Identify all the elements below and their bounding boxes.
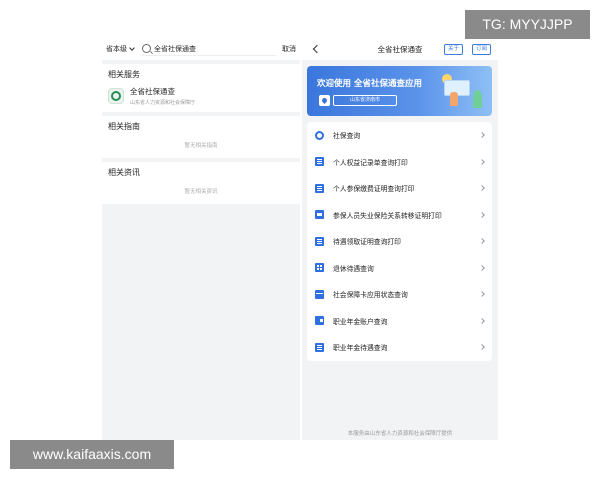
watermark-bottom-left: www.kaifaaxis.com [10, 440, 174, 469]
service-menu: 社保查询 个人权益记录单查询打印 个人参保缴费证明查询打印 参保人员失业保险关系… [307, 122, 492, 361]
section-title: 相关资讯 [108, 168, 140, 177]
menu-item-label: 社会保障卡应用状态查询 [333, 291, 408, 300]
empty-guides-text: 暂无相关指南 [184, 143, 218, 149]
cancel-button[interactable]: 取消 [282, 44, 296, 54]
related-services-section: 相关服务 全省社保通查 山东省人力资源和社会保障厅 [102, 64, 300, 112]
nav-bar: 全省社保通查 关于 订阅 [302, 38, 498, 60]
menu-item-label: 个人权益记录单查询打印 [333, 158, 408, 167]
menu-item-payment-proof[interactable]: 个人参保缴费证明查询打印 [307, 175, 492, 202]
menu-item-label: 退休待遇查询 [333, 264, 374, 273]
screenshot-stage: 省本级 取消 相关服务 全省社保通查 山东省人力资源和社会保障厅 [0, 0, 600, 480]
search-bar: 省本级 取消 [102, 38, 300, 60]
payment-proof-icon [315, 183, 324, 193]
card-icon [315, 289, 324, 299]
section-title: 相关服务 [108, 70, 140, 79]
welcome-banner: 欢迎使用 全省社保通查应用 山东省济南市 [307, 66, 492, 116]
location-selector[interactable]: 山东省济南市 [333, 95, 397, 106]
chevron-right-icon [479, 185, 485, 192]
menu-item-label: 参保人员失业保险关系转移证明打印 [333, 211, 442, 220]
retirement-icon [315, 263, 324, 273]
province-label: 省本级 [106, 45, 127, 53]
printer-icon [315, 210, 324, 220]
chevron-down-icon [129, 45, 135, 51]
empty-news-text: 暂无相关资讯 [184, 189, 218, 195]
related-guides-section: 相关指南 暂无相关指南 [102, 116, 300, 158]
service-result-title: 全省社保通查 [130, 87, 175, 96]
chevron-right-icon [479, 132, 485, 139]
search-results-page: 省本级 取消 相关服务 全省社保通查 山东省人力资源和社会保障厅 [102, 38, 300, 440]
record-icon [315, 157, 324, 167]
search-icon [142, 44, 151, 53]
menu-item-label: 个人参保缴费证明查询打印 [333, 185, 415, 194]
menu-item-unemployment-transfer[interactable]: 参保人员失业保险关系转移证明打印 [307, 202, 492, 229]
chevron-right-icon [479, 158, 485, 165]
annuity-icon [315, 342, 324, 352]
menu-item-benefit-proof[interactable]: 待遇领取证明查询打印 [307, 228, 492, 255]
menu-item-label: 待遇领取证明查询打印 [333, 238, 401, 247]
menu-item-annuity-benefit[interactable]: 职业年金待遇查询 [307, 334, 492, 361]
plant-illustration-icon [473, 90, 482, 108]
wallet-icon [315, 316, 324, 326]
person-illustration-icon [450, 92, 458, 106]
social-security-icon [315, 130, 324, 140]
menu-item-rights-record[interactable]: 个人权益记录单查询打印 [307, 149, 492, 176]
page-title: 全省社保通查 [377, 45, 423, 54]
chevron-right-icon [479, 291, 485, 298]
welcome-text: 欢迎使用 全省社保通查应用 [317, 79, 422, 89]
search-input[interactable] [154, 44, 276, 53]
app-page: 全省社保通查 关于 订阅 欢迎使用 全省社保通查应用 山东省济南市 社保查询 个… [302, 38, 498, 440]
footer-provider-text: 本服务由山东省人力资源和社会保障厅提供 [347, 431, 453, 437]
chevron-right-icon [479, 317, 485, 324]
service-result-subtitle: 山东省人力资源和社会保障厅 [130, 100, 196, 106]
menu-item-label: 职业年金账户查询 [333, 317, 388, 326]
menu-item-card-status[interactable]: 社会保障卡应用状态查询 [307, 281, 492, 308]
menu-item-annuity-account[interactable]: 职业年金账户查询 [307, 308, 492, 335]
related-news-section: 相关资讯 暂无相关资讯 [102, 162, 300, 204]
search-box[interactable] [142, 42, 276, 56]
benefit-proof-icon [315, 236, 324, 246]
chevron-right-icon [479, 238, 485, 245]
menu-item-retirement[interactable]: 退休待遇查询 [307, 255, 492, 282]
chevron-right-icon [479, 211, 485, 218]
location-pin-icon [319, 95, 330, 106]
service-result-item[interactable]: 全省社保通查 山东省人力资源和社会保障厅 [102, 83, 300, 112]
watermark-top-right: TG: MYYJJPP [465, 10, 590, 39]
chevron-right-icon [479, 264, 485, 271]
about-button[interactable]: 关于 [444, 44, 464, 55]
menu-item-label: 职业年金待遇查询 [333, 344, 388, 353]
menu-item-social-security-query[interactable]: 社保查询 [307, 122, 492, 149]
subscribe-button[interactable]: 订阅 [472, 44, 492, 55]
social-security-logo-icon [108, 88, 124, 104]
menu-item-label: 社保查询 [333, 132, 361, 141]
province-selector[interactable]: 省本级 [106, 44, 135, 54]
section-title: 相关指南 [108, 122, 140, 131]
chevron-right-icon [479, 344, 485, 351]
